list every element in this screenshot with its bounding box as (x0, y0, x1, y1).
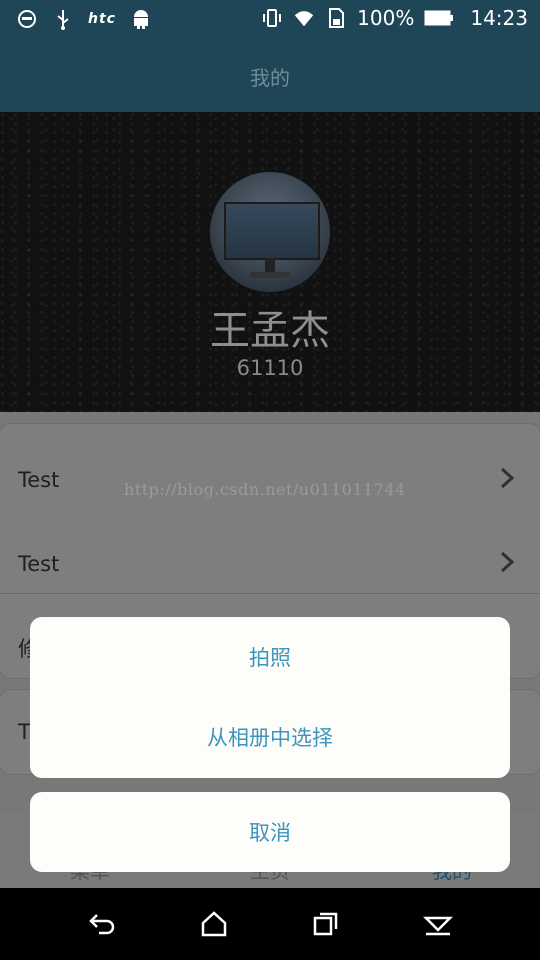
profile-id: 61110 (236, 356, 304, 380)
home-icon[interactable] (198, 908, 230, 940)
clock: 14:23 (470, 6, 528, 30)
vibrate-icon (261, 7, 283, 29)
page-title: 我的 (250, 66, 290, 90)
recent-apps-icon[interactable] (310, 908, 342, 940)
battery-percent: 100% (357, 6, 415, 30)
title-bar: 我的 (0, 38, 540, 112)
status-bar: htc 100% 14:23 (0, 0, 540, 38)
avatar-monitor-stand (265, 258, 275, 272)
android-icon (130, 8, 152, 30)
cancel-button[interactable]: 取消 (30, 792, 510, 872)
list-item-label: Test (18, 468, 60, 492)
chevron-right-icon (500, 551, 515, 578)
chevron-right-icon (500, 467, 515, 494)
wifi-icon (293, 7, 315, 29)
avatar-monitor-image (224, 202, 320, 260)
profile-name: 王孟杰 (210, 308, 330, 354)
usb-icon (52, 8, 74, 30)
smiley-icon (16, 8, 38, 30)
profile-header: 王孟杰 61110 (0, 112, 540, 412)
take-photo-option[interactable]: 拍照 (30, 617, 510, 697)
avatar[interactable] (210, 172, 330, 292)
action-sheet: 拍照 从相册中选择 (30, 617, 510, 778)
list-item-label: T (18, 720, 31, 744)
list-item-label: Test (18, 552, 60, 576)
cancel-sheet: 取消 (30, 792, 510, 872)
back-icon[interactable] (86, 908, 118, 940)
carrier-logo: htc (88, 11, 116, 27)
hide-keyboard-icon[interactable] (422, 908, 454, 940)
watermark: http://blog.csdn.net/u011011744 (124, 480, 406, 499)
choose-from-album-option[interactable]: 从相册中选择 (30, 697, 510, 777)
system-nav-bar (0, 888, 540, 960)
battery-icon (424, 7, 454, 29)
avatar-monitor-base (250, 272, 290, 278)
divider (0, 593, 540, 594)
sd-card-icon (325, 7, 347, 29)
